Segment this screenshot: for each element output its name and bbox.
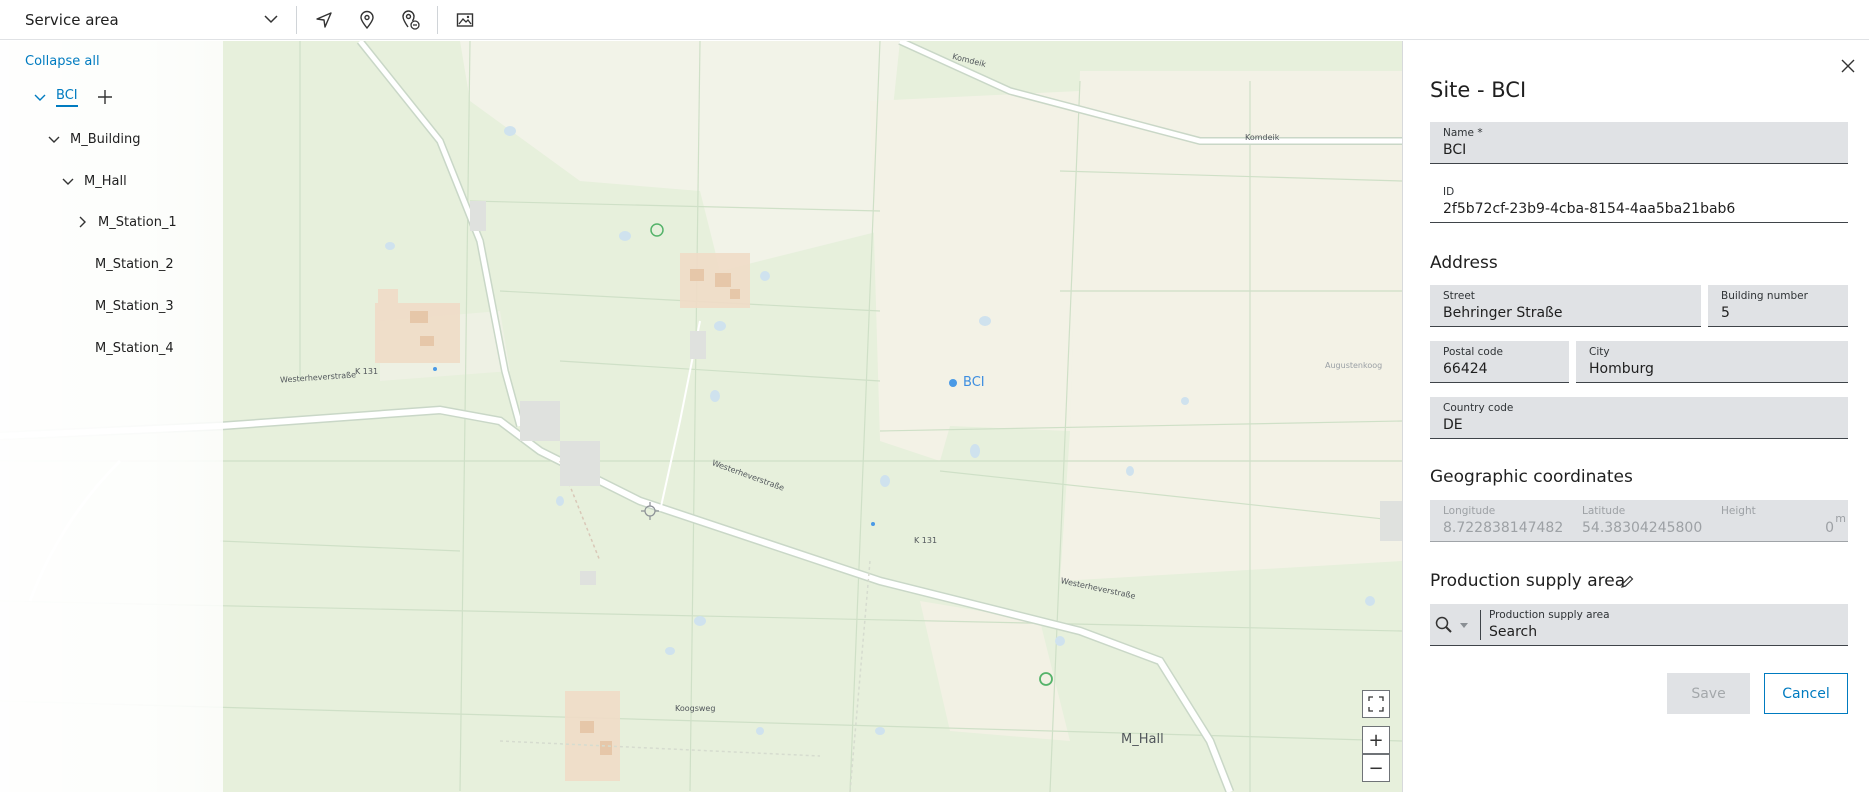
tree-node-label[interactable]: M_Station_4 <box>95 341 174 356</box>
building-number-field-value[interactable]: 5 <box>1721 305 1840 321</box>
plus-icon: + <box>1368 729 1384 751</box>
production-supply-area-field-label: Production supply area <box>1489 609 1610 621</box>
add-node-button[interactable] <box>96 88 114 106</box>
search-type-dropdown[interactable] <box>1434 612 1478 638</box>
map-road-label: Koogsweg <box>675 704 716 713</box>
tree-node-m-station-1[interactable]: M_Station_1 <box>74 211 177 233</box>
chevron-down-icon[interactable] <box>32 89 48 105</box>
street-field-value[interactable]: Behringer Straße <box>1443 305 1693 321</box>
coordinates-row: Longitude 8.722838147482 Latitude 54.383… <box>1430 500 1848 542</box>
save-button[interactable]: Save <box>1667 673 1750 714</box>
search-icon <box>1435 616 1452 633</box>
map-marker-label-m-hall[interactable]: M_Hall <box>1121 732 1164 747</box>
cancel-button[interactable]: Cancel <box>1764 673 1848 714</box>
longitude-field-label: Longitude <box>1443 505 1496 517</box>
map-road-label: K 131 <box>914 536 938 545</box>
service-area-select[interactable]: Service area <box>25 8 280 32</box>
map-road-label: Komdeik <box>1245 133 1280 142</box>
fullscreen-button[interactable] <box>1362 690 1390 718</box>
geographic-coordinates-heading: Geographic coordinates <box>1430 467 1633 487</box>
fullscreen-icon <box>1368 696 1384 712</box>
navigation-arrow-icon[interactable] <box>311 7 337 33</box>
tree-node-label[interactable]: M_Station_2 <box>95 257 174 272</box>
street-field[interactable]: Street Behringer Straße <box>1430 285 1701 327</box>
service-area-select-value: Service area <box>25 11 119 29</box>
height-field-value: 0 <box>1825 520 1834 536</box>
tree-node-bci[interactable]: BCI <box>32 86 114 108</box>
zoom-in-button[interactable]: + <box>1362 726 1390 754</box>
map-image-icon[interactable] <box>452 7 478 33</box>
close-panel-button[interactable] <box>1837 55 1859 77</box>
postal-code-field-value[interactable]: 66424 <box>1443 361 1561 377</box>
city-field-value[interactable]: Homburg <box>1589 361 1840 377</box>
name-field[interactable]: Name * BCI <box>1430 122 1848 164</box>
site-tree-panel: Collapse all BCI M_Building M_Hall M_Sta… <box>0 41 223 792</box>
address-heading: Address <box>1430 253 1498 273</box>
tree-node-m-hall[interactable]: M_Hall <box>60 170 127 192</box>
map-place-label: Augustenkoog <box>1325 361 1383 370</box>
id-field[interactable]: ID 2f5b72cf-23b9-4cba-8154-4aa5ba21bab6 <box>1430 181 1848 223</box>
tree-node-label[interactable]: M_Building <box>70 132 140 147</box>
chevron-down-icon[interactable] <box>46 131 62 147</box>
chevron-down-icon[interactable] <box>60 173 76 189</box>
chevron-down-icon <box>262 10 280 32</box>
id-field-label: ID <box>1443 186 1455 198</box>
height-field-label: Height <box>1721 505 1756 517</box>
map-marker-label-bci[interactable]: BCI <box>963 375 985 390</box>
latitude-field-label: Latitude <box>1582 505 1626 517</box>
production-supply-area-search-input[interactable]: Search <box>1489 624 1840 640</box>
id-field-value[interactable]: 2f5b72cf-23b9-4cba-8154-4aa5ba21bab6 <box>1443 201 1840 217</box>
edit-production-supply-area-button[interactable] <box>1617 572 1637 592</box>
latitude-field-value: 54.38304245800 <box>1582 520 1703 536</box>
zoom-out-button[interactable]: − <box>1362 754 1390 782</box>
tree-node-m-station-2[interactable]: M_Station_2 <box>95 253 174 275</box>
tree-node-m-station-3[interactable]: M_Station_3 <box>95 295 174 317</box>
country-code-field-value[interactable]: DE <box>1443 417 1840 433</box>
tree-node-label[interactable]: M_Hall <box>84 174 127 189</box>
location-pin-icon[interactable] <box>354 7 380 33</box>
tree-node-m-station-4[interactable]: M_Station_4 <box>95 337 174 359</box>
minus-icon: − <box>1368 757 1384 779</box>
top-toolbar: Service area <box>0 0 1869 40</box>
height-field: Height 0 m <box>1708 500 1848 542</box>
postal-code-field-label: Postal code <box>1443 346 1503 358</box>
chevron-right-icon[interactable] <box>74 214 90 230</box>
production-supply-area-search-field[interactable]: Production supply area Search <box>1430 604 1848 646</box>
location-pin-remove-icon[interactable] <box>397 7 423 33</box>
tree-node-label[interactable]: BCI <box>56 88 78 107</box>
country-code-field[interactable]: Country code DE <box>1430 397 1848 439</box>
longitude-field: Longitude 8.722838147482 <box>1430 500 1569 542</box>
toolbar-divider <box>437 6 438 34</box>
latitude-field: Latitude 54.38304245800 <box>1569 500 1708 542</box>
height-unit: m <box>1835 512 1846 525</box>
close-icon <box>1841 59 1855 73</box>
panel-title: Site - BCI <box>1430 78 1527 102</box>
city-field[interactable]: City Homburg <box>1576 341 1848 383</box>
street-field-label: Street <box>1443 290 1475 302</box>
name-field-value[interactable]: BCI <box>1443 142 1840 158</box>
country-code-field-label: Country code <box>1443 402 1514 414</box>
collapse-all-link[interactable]: Collapse all <box>25 54 100 69</box>
tree-node-label[interactable]: M_Station_3 <box>95 299 174 314</box>
pencil-icon <box>1621 575 1634 588</box>
tree-node-m-building[interactable]: M_Building <box>46 128 140 150</box>
longitude-field-value: 8.722838147482 <box>1443 520 1564 536</box>
site-details-panel: Site - BCI Name * BCI ID 2f5b72cf-23b9-4… <box>1402 41 1869 792</box>
search-divider <box>1480 610 1481 640</box>
toolbar-divider <box>296 6 297 34</box>
tree-node-label[interactable]: M_Station_1 <box>98 215 177 230</box>
caret-down-icon <box>1460 623 1468 628</box>
production-supply-area-heading: Production supply area <box>1430 571 1626 591</box>
building-number-field[interactable]: Building number 5 <box>1708 285 1848 327</box>
name-field-label: Name * <box>1443 127 1483 139</box>
city-field-label: City <box>1589 346 1610 358</box>
building-number-field-label: Building number <box>1721 290 1808 302</box>
postal-code-field[interactable]: Postal code 66424 <box>1430 341 1569 383</box>
plus-icon <box>97 90 112 104</box>
map-road-label: K 131 <box>355 367 379 376</box>
